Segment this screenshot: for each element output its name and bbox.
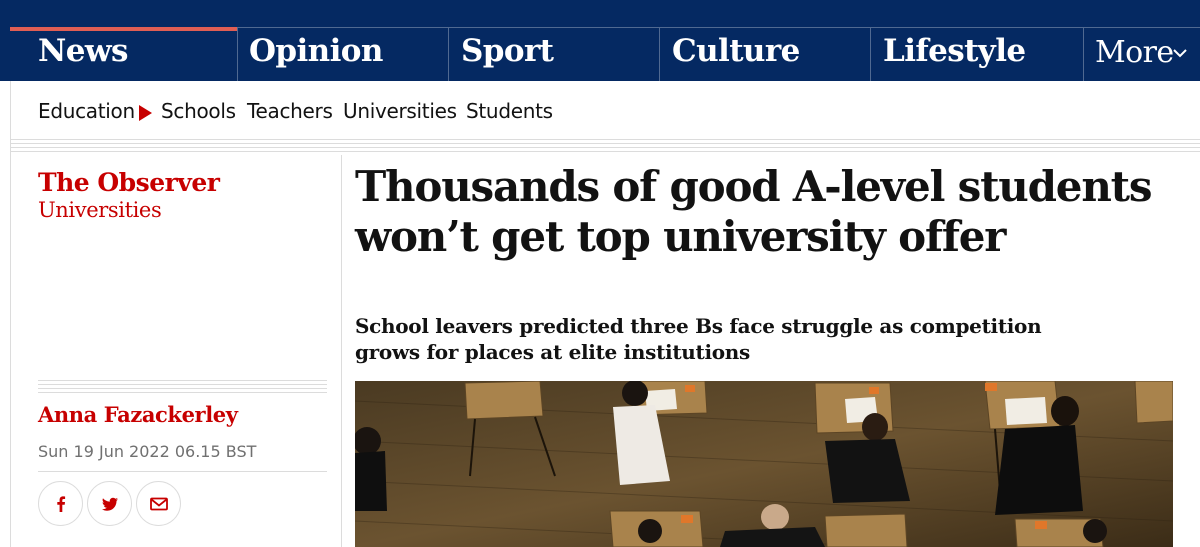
- series-title[interactable]: The Observer: [38, 168, 220, 197]
- subnav-item-students[interactable]: Students: [466, 99, 553, 123]
- publish-date: Sun 19 Jun 2022 06.15 BST: [38, 442, 257, 461]
- share-facebook-button[interactable]: [38, 481, 83, 526]
- column-divider: [341, 155, 342, 547]
- nav-pillar-label: Lifestyle: [883, 33, 1026, 69]
- nav-pillar-culture[interactable]: Culture: [659, 27, 870, 81]
- top-navigation: News Opinion Sport Culture Lifestyle Mor…: [0, 0, 1200, 81]
- nav-pillar-label: News: [38, 33, 128, 69]
- nav-pillar-label: Sport: [461, 33, 554, 69]
- facebook-icon: [57, 496, 66, 512]
- nav-pillar-label: Opinion: [249, 33, 383, 69]
- divider: [10, 147, 1200, 148]
- article-headline: Thousands of good A-level students won’t…: [355, 162, 1153, 261]
- subnav-item-universities[interactable]: Universities: [343, 99, 457, 123]
- nav-more-label: More: [1095, 35, 1174, 70]
- twitter-icon: [102, 497, 118, 511]
- nav-more-button[interactable]: More: [1083, 27, 1200, 81]
- subnav-section-education[interactable]: Education: [38, 99, 135, 123]
- divider: [10, 143, 1200, 144]
- frame-line-left: [10, 81, 11, 547]
- nav-pillar-news[interactable]: News: [10, 27, 237, 81]
- series-subtitle[interactable]: Universities: [38, 198, 162, 222]
- subnav-item-schools[interactable]: Schools: [161, 99, 236, 123]
- exam-hall-photo: [355, 381, 1173, 547]
- share-email-button[interactable]: [136, 481, 181, 526]
- share-twitter-button[interactable]: [87, 481, 132, 526]
- article-main-image: [355, 381, 1173, 547]
- sub-navigation: Education Schools Teachers Universities …: [0, 81, 1200, 139]
- nav-pillar-label: Culture: [672, 33, 800, 69]
- meta-divider: [38, 380, 327, 396]
- divider: [10, 151, 1200, 152]
- triangle-right-icon: [139, 105, 152, 121]
- divider: [10, 139, 1200, 140]
- nav-pillar-opinion[interactable]: Opinion: [237, 27, 448, 81]
- nav-pillar-sport[interactable]: Sport: [448, 27, 659, 81]
- meta-separator: [38, 471, 327, 472]
- email-icon: [150, 497, 168, 511]
- byline-author[interactable]: Anna Fazackerley: [38, 402, 238, 427]
- subnav-item-teachers[interactable]: Teachers: [247, 99, 333, 123]
- chevron-down-icon: [1173, 49, 1187, 58]
- article-standfirst: School leavers predicted three Bs face s…: [355, 314, 1042, 364]
- nav-pillar-lifestyle[interactable]: Lifestyle: [870, 27, 1083, 81]
